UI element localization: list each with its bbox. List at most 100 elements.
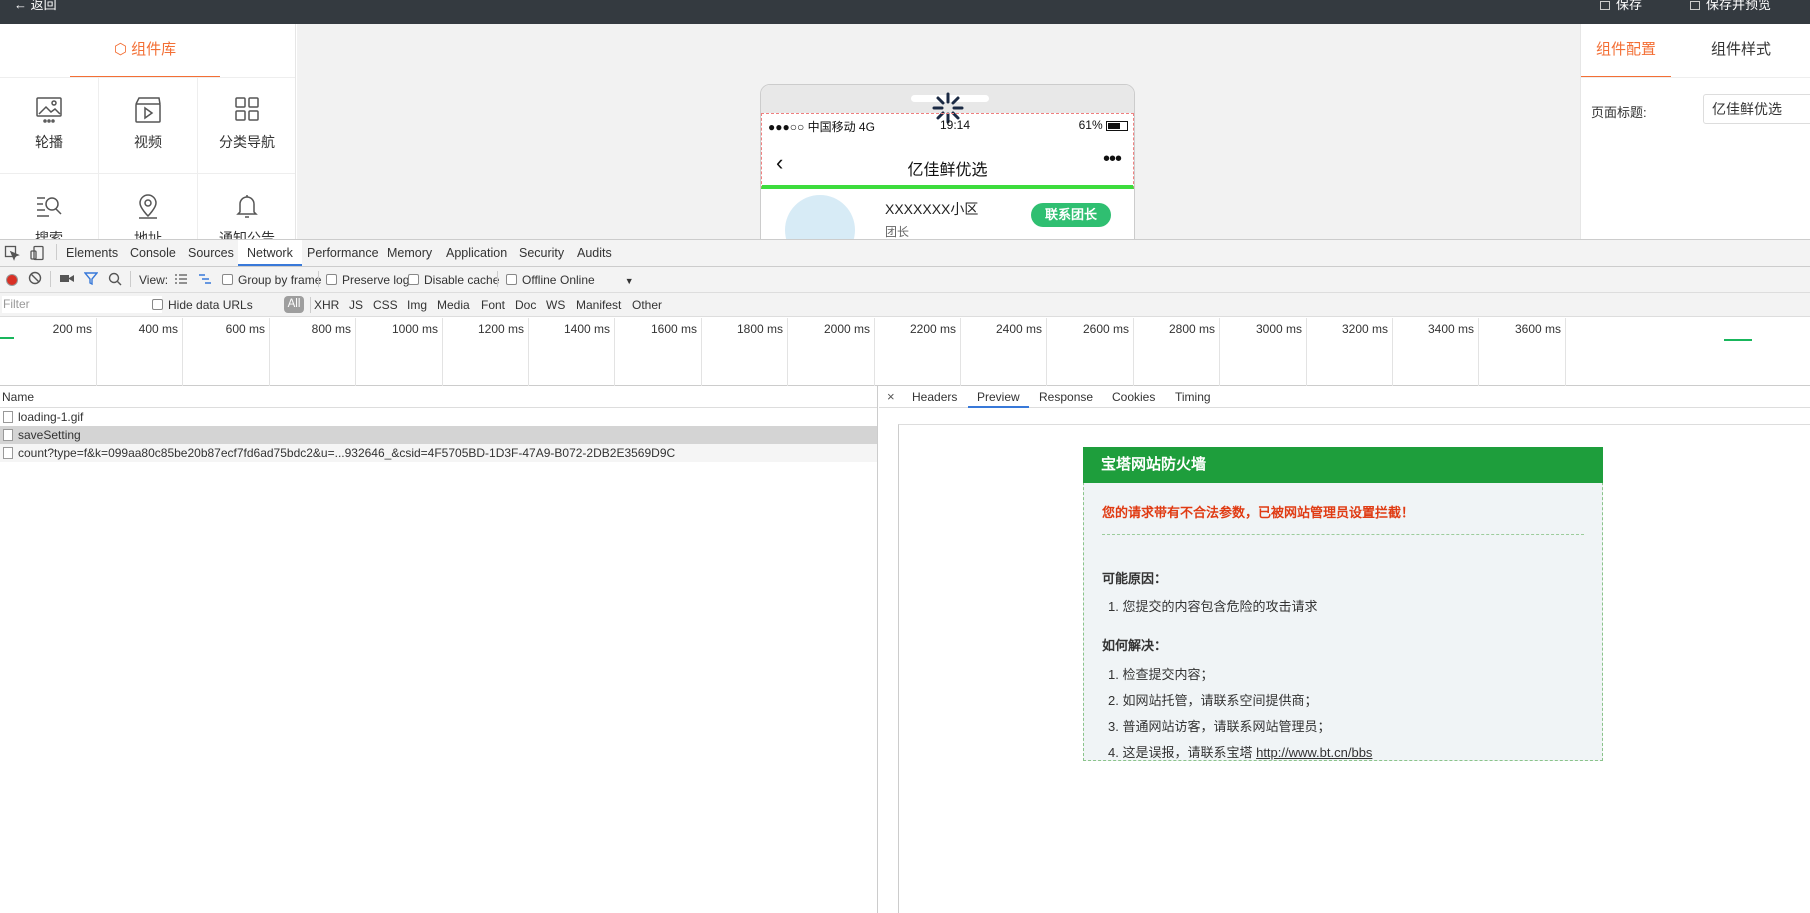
timeline-gridline [182, 318, 183, 386]
inspect-element-icon[interactable] [4, 245, 20, 261]
request-row-selected[interactable]: saveSetting [0, 426, 877, 444]
tab-security[interactable]: Security [519, 240, 564, 266]
timeline-tick-label: 2200 ms [909, 322, 956, 336]
type-filter-other[interactable]: Other [632, 298, 662, 312]
component-video[interactable]: 视频 [99, 78, 198, 174]
filter-icon[interactable] [83, 272, 99, 288]
video-icon [135, 97, 161, 123]
close-icon[interactable]: × [887, 386, 895, 408]
disable-cache-label: Disable cache [424, 273, 500, 287]
device-toolbar-icon[interactable] [30, 245, 46, 261]
tab-memory[interactable]: Memory [387, 240, 432, 266]
tab-sources[interactable]: Sources [188, 240, 234, 266]
waterfall-view-icon[interactable] [198, 273, 212, 288]
throttle-select[interactable]: Online ▼ [560, 273, 634, 287]
tab-performance[interactable]: Performance [307, 240, 379, 266]
offline-checkbox[interactable]: Offline [506, 273, 556, 287]
component-search[interactable]: 搜索 [0, 174, 99, 239]
back-label: 返回 [30, 0, 57, 12]
component-category-nav[interactable]: 分类导航 [198, 78, 295, 174]
view-label: View: [139, 273, 169, 287]
tab-response[interactable]: Response [1039, 386, 1093, 408]
component-label: 通知公告 [219, 230, 275, 239]
component-notice[interactable]: 通知公告 [198, 174, 295, 239]
save-preview-button[interactable]: 保存并预览 [1690, 0, 1771, 13]
timeline-gridline [96, 318, 97, 386]
separator [497, 271, 498, 287]
phone-page-title: 亿佳鲜优选 [907, 162, 988, 179]
tab-network[interactable]: Network [238, 240, 302, 266]
tab-console[interactable]: Console [130, 240, 176, 266]
carrier-text: ●●●○○ 中国移动 4G [768, 120, 875, 134]
tab-component-library[interactable]: ⬡ 组件库 [70, 24, 220, 78]
search-list-icon [37, 197, 62, 217]
solution-item: 3. 普通网站访客，请联系网站管理员； [1108, 719, 1331, 734]
type-filter-doc[interactable]: Doc [515, 298, 536, 312]
timeline-gridline [614, 318, 615, 386]
type-filter-img[interactable]: Img [407, 298, 427, 312]
solution-item: 1. 检查提交内容； [1108, 667, 1214, 682]
component-address[interactable]: 地址 [99, 174, 198, 239]
hide-data-urls-label: Hide data URLs [168, 298, 253, 312]
disable-cache-checkbox[interactable]: Disable cache [408, 273, 499, 287]
name-column-header[interactable]: Name [0, 386, 877, 408]
checkbox [152, 299, 163, 310]
type-filter-all[interactable]: All [284, 296, 304, 313]
timeline-gridline [1046, 318, 1047, 386]
record-button[interactable] [6, 274, 18, 286]
camera-icon[interactable] [60, 272, 74, 287]
tab-application[interactable]: Application [446, 240, 507, 266]
tab-preview[interactable]: Preview [968, 386, 1029, 408]
tab-timing[interactable]: Timing [1175, 386, 1211, 408]
group-by-frame-checkbox[interactable]: Group by frame [222, 273, 321, 287]
filter-input[interactable]: Filter [2, 296, 162, 313]
detail-tab-bar: × Headers Preview Response Cookies Timin… [879, 386, 1810, 408]
tab-headers[interactable]: Headers [912, 386, 957, 408]
firewall-alert: 您的请求带有不合法参数，已被网站管理员设置拦截！ [1102, 505, 1415, 520]
request-list: Name loading-1.gif saveSetting count?typ… [0, 386, 878, 913]
timeline-tick-label: 2800 ms [1168, 322, 1215, 336]
tab-audits[interactable]: Audits [577, 240, 612, 266]
phone-top-bezel [761, 85, 1134, 124]
timeline-tick-label: 2400 ms [995, 322, 1042, 336]
contact-leader-button[interactable]: 联系团长 [1031, 203, 1111, 227]
list-view-icon[interactable] [174, 273, 188, 288]
timeline-gridline [528, 318, 529, 386]
separator [50, 271, 51, 287]
type-filter-font[interactable]: Font [481, 298, 505, 312]
tab-component-style[interactable]: 组件样式 [1691, 24, 1791, 78]
request-row[interactable]: count?type=f&k=099aa80c85be20b87ecf7fd6a… [0, 444, 877, 462]
phone-preview: ●●●○○ 中国移动 4G 19:14 61% ‹ 亿佳鲜优选 ••• XXXX… [760, 84, 1135, 239]
bell-icon [236, 195, 258, 218]
solution-item: 2. 如网站托管，请联系空间提供商； [1108, 693, 1318, 708]
tab-elements[interactable]: Elements [66, 240, 118, 266]
puzzle-icon: ⬡ [113, 41, 127, 58]
component-label: 地址 [134, 230, 162, 239]
bt-forum-link[interactable]: http://www.bt.cn/bbs [1256, 745, 1372, 760]
search-icon[interactable] [108, 272, 122, 289]
network-timeline-overview[interactable]: 200 ms 400 ms 600 ms 800 ms 1000 ms 1200 ms 14… [0, 318, 1810, 386]
back-button[interactable]: ← 返回 [14, 0, 57, 13]
more-dots-icon[interactable]: ••• [1103, 148, 1122, 171]
hide-data-urls-checkbox[interactable]: Hide data URLs [152, 298, 253, 312]
timeline-bar [1724, 339, 1752, 341]
type-filter-css[interactable]: CSS [373, 298, 398, 312]
type-filter-ws[interactable]: WS [546, 298, 565, 312]
component-carousel[interactable]: 轮播 [0, 78, 99, 174]
type-filter-media[interactable]: Media [437, 298, 470, 312]
request-row[interactable]: loading-1.gif [0, 408, 877, 426]
leader-info-component[interactable]: XXXXXXX小区 团长 联系团长 [761, 189, 1134, 239]
save-button[interactable]: 保存 [1600, 0, 1642, 13]
tab-component-config[interactable]: 组件配置 [1581, 24, 1671, 78]
preserve-log-checkbox[interactable]: Preserve log [326, 273, 409, 287]
phone-header-component[interactable]: ●●●○○ 中国移动 4G 19:14 61% ‹ 亿佳鲜优选 ••• [761, 113, 1134, 189]
type-filter-xhr[interactable]: XHR [314, 298, 339, 312]
preserve-log-label: Preserve log [342, 273, 410, 287]
tab-cookies[interactable]: Cookies [1112, 386, 1155, 408]
type-filter-js[interactable]: JS [349, 298, 363, 312]
firewall-title: 宝塔网站防火墙 [1083, 447, 1603, 483]
type-filter-manifest[interactable]: Manifest [576, 298, 621, 312]
group-by-frame-label: Group by frame [238, 273, 322, 287]
page-title-input[interactable]: 亿佳鲜优选 [1703, 94, 1810, 124]
clear-icon[interactable] [28, 271, 42, 288]
